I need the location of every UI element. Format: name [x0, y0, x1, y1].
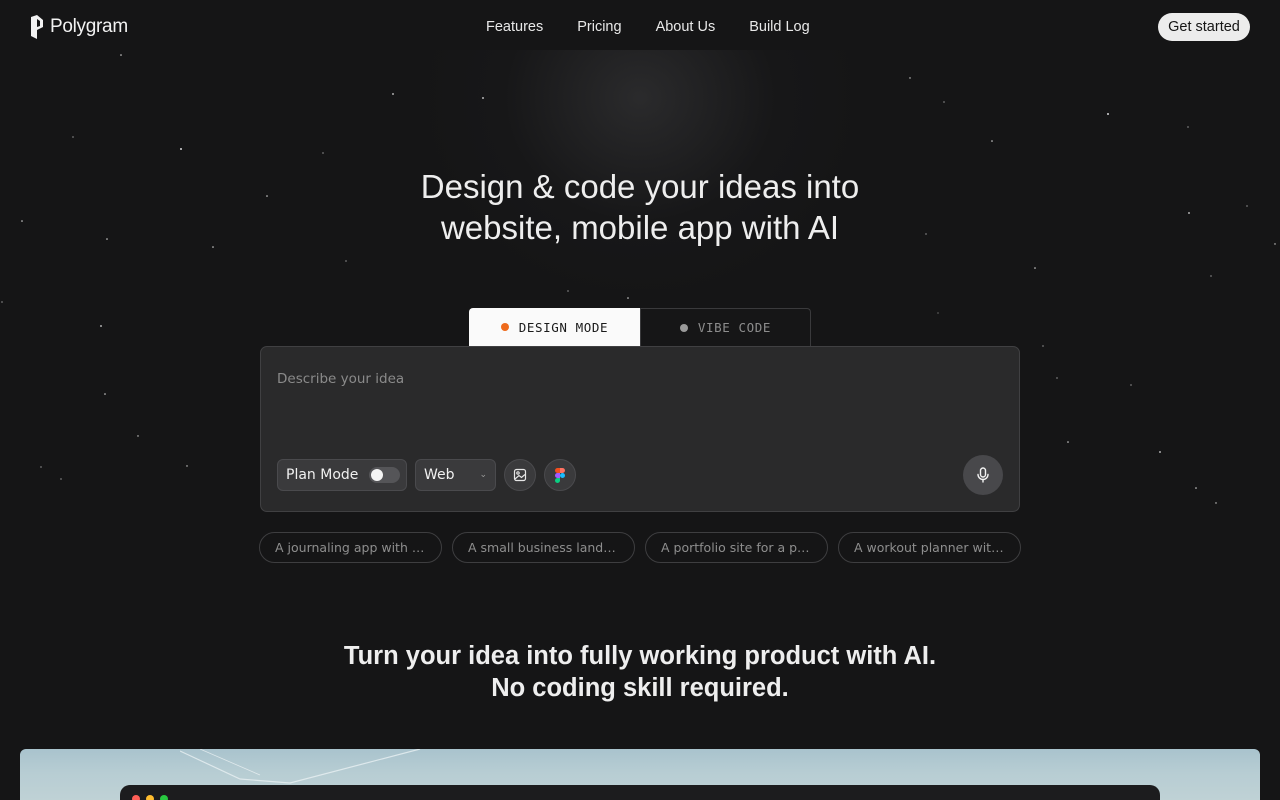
microphone-icon	[977, 467, 989, 483]
product-preview	[20, 749, 1260, 800]
tab-vibe-code[interactable]: VIBE CODE	[640, 308, 811, 346]
suggestion-chip-label: A small business landing page	[468, 540, 619, 555]
subheadline-line-1: Turn your idea into fully working produc…	[343, 642, 937, 670]
image-upload-button[interactable]	[504, 459, 536, 491]
prompt-box: Plan Mode Web ⌄	[260, 346, 1020, 512]
nav-link-pricing[interactable]: Pricing	[577, 19, 621, 35]
suggestion-chip[interactable]: A journaling app with mood tracking	[259, 532, 442, 563]
nav-link-about-us[interactable]: About Us	[656, 19, 716, 35]
prompt-toolbar: Plan Mode Web ⌄	[277, 459, 576, 491]
brand-logo[interactable]: Polygram	[30, 15, 128, 39]
toggle-switch[interactable]	[369, 467, 401, 483]
image-upload-icon	[513, 468, 527, 482]
hero-title-line-2: website, mobile app with AI	[440, 209, 840, 246]
suggestion-chips: A journaling app with mood tracking A sm…	[259, 532, 1021, 563]
idea-prompt-input[interactable]	[277, 367, 997, 391]
suggestion-chip-label: A portfolio site for a photographer	[661, 540, 812, 555]
suggestion-chip[interactable]: A workout planner with progress charts	[838, 532, 1021, 563]
suggestion-chip[interactable]: A small business landing page	[452, 532, 635, 563]
chevron-down-icon: ⌄	[479, 470, 487, 480]
preview-browser-window	[120, 785, 1160, 800]
brand-name: Polygram	[50, 16, 128, 37]
tab-design-mode[interactable]: DESIGN MODE	[469, 308, 640, 346]
polygram-logo-icon	[31, 15, 43, 39]
toggle-knob	[371, 469, 384, 481]
figma-icon	[555, 467, 565, 483]
window-close-dot-icon	[132, 795, 140, 800]
plan-mode-toggle[interactable]: Plan Mode	[277, 459, 407, 491]
nav-link-features[interactable]: Features	[486, 19, 543, 35]
window-maximize-dot-icon	[160, 795, 168, 800]
window-minimize-dot-icon	[146, 795, 154, 800]
active-mode-dot-icon	[500, 323, 509, 331]
mode-tabs: DESIGN MODE VIBE CODE	[469, 308, 811, 346]
inactive-mode-dot-icon	[679, 323, 688, 332]
hero-title-line-1: Design & code your ideas into	[420, 168, 860, 205]
platform-select[interactable]: Web ⌄	[415, 459, 496, 491]
subheadline-line-2: No coding skill required.	[491, 674, 789, 702]
tab-vibe-code-label: VIBE CODE	[697, 320, 772, 335]
nav-link-build-log[interactable]: Build Log	[749, 19, 809, 35]
nav-links: Features Pricing About Us Build Log	[486, 19, 810, 35]
top-navigation: Polygram Features Pricing About Us Build…	[0, 0, 1280, 54]
suggestion-chip-label: A journaling app with mood tracking	[275, 540, 426, 555]
figma-import-button[interactable]	[544, 459, 576, 491]
section-subheadline: Turn your idea into fully working produc…	[290, 640, 990, 704]
hero-title: Design & code your ideas into website, m…	[340, 166, 940, 248]
voice-input-button[interactable]	[963, 455, 1003, 495]
suggestion-chip-label: A workout planner with progress charts	[854, 540, 1005, 555]
preview-background-streak	[180, 749, 421, 784]
plan-mode-label: Plan Mode	[286, 467, 359, 483]
get-started-button[interactable]: Get started	[1158, 13, 1250, 41]
tab-design-mode-label: DESIGN MODE	[518, 319, 609, 335]
platform-select-value: Web	[424, 467, 455, 483]
suggestion-chip[interactable]: A portfolio site for a photographer	[645, 532, 828, 563]
